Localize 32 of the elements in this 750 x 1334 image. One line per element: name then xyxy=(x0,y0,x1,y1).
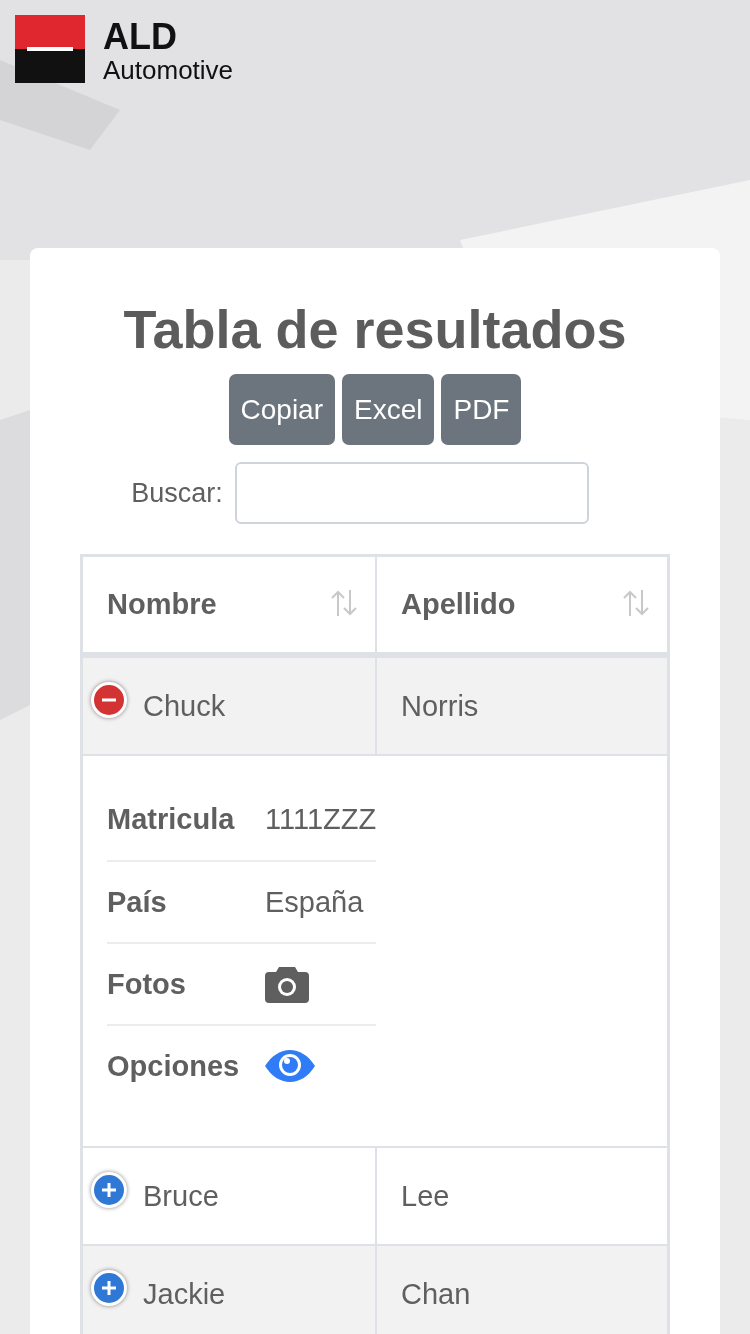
export-button[interactable]: Excel xyxy=(342,374,435,445)
logo-subtitle: Automotive xyxy=(103,57,234,83)
detail-label: Matricula xyxy=(107,802,236,836)
detail-value: 1111ZZZ xyxy=(265,802,377,836)
plus-icon xyxy=(102,1183,116,1197)
page-title: Tabla de resultados xyxy=(123,298,627,360)
export-button[interactable]: Copiar xyxy=(228,374,335,445)
sort-icon xyxy=(621,589,651,617)
logo-icon xyxy=(15,15,85,83)
detail-label: Fotos xyxy=(107,967,187,1001)
table-cell: Jackie xyxy=(143,1277,226,1311)
detail-label: Opciones xyxy=(107,1049,241,1083)
eye-icon[interactable] xyxy=(265,1050,315,1082)
logo-text: ALD xyxy=(103,19,178,55)
search-field[interactable] xyxy=(234,462,589,524)
column-header[interactable]: Apellido xyxy=(375,557,667,652)
detail-label: País xyxy=(107,885,168,919)
table-cell: Lee xyxy=(401,1179,450,1213)
camera-icon[interactable] xyxy=(265,965,309,1003)
expand-button[interactable] xyxy=(91,1270,127,1306)
table-cell: Chan xyxy=(401,1277,471,1311)
sort-icon xyxy=(329,589,359,617)
table-cell: Norris xyxy=(401,689,479,723)
detail-value: España xyxy=(265,885,364,919)
table-cell: Bruce xyxy=(143,1179,219,1213)
table-cell: Chuck xyxy=(143,689,226,723)
search-label: Buscar: xyxy=(131,477,223,509)
collapse-button[interactable] xyxy=(91,682,127,718)
plus-icon xyxy=(102,1281,116,1295)
column-header[interactable]: Nombre xyxy=(83,557,375,652)
export-button[interactable]: PDF xyxy=(441,374,522,445)
expand-button[interactable] xyxy=(91,1172,127,1208)
